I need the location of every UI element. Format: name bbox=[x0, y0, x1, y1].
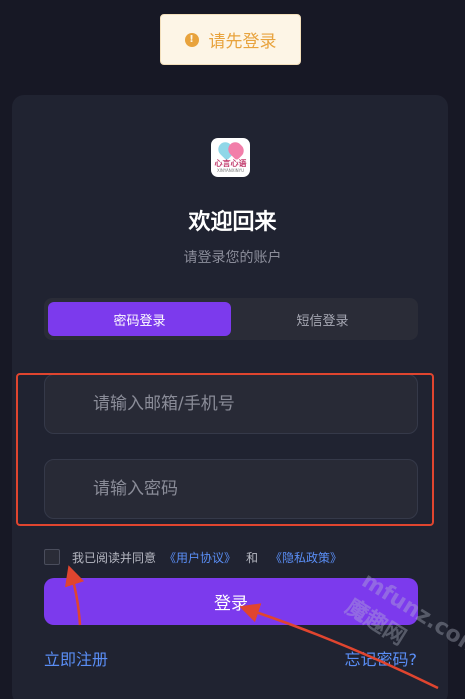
hearts-icon bbox=[214, 138, 247, 161]
forgot-password-link[interactable]: 忘记密码? bbox=[345, 646, 418, 670]
account-input[interactable] bbox=[93, 394, 417, 414]
register-link[interactable]: 立即注册 bbox=[44, 646, 108, 670]
password-input[interactable] bbox=[93, 479, 417, 499]
password-field[interactable] bbox=[44, 459, 418, 519]
warning-icon: ! bbox=[184, 32, 199, 47]
user-agreement-link[interactable]: 《用户协议》 bbox=[164, 549, 236, 566]
login-method-tabs: 密码登录 短信登录 bbox=[44, 298, 418, 340]
tab-sms-login[interactable]: 短信登录 bbox=[231, 302, 414, 336]
app-logo: 心言心语 XINYANXINYU bbox=[211, 138, 250, 177]
logo-text: 心言心语 bbox=[214, 158, 247, 168]
page-title: 欢迎回来 bbox=[188, 210, 277, 235]
tab-password-login[interactable]: 密码登录 bbox=[48, 302, 231, 336]
logo-subtext: XINYANXINYU bbox=[216, 167, 245, 173]
account-field[interactable] bbox=[44, 374, 418, 434]
login-button[interactable]: 登录 bbox=[44, 578, 418, 625]
agreement-checkbox[interactable] bbox=[44, 549, 60, 565]
agreement-and: 和 bbox=[246, 550, 259, 565]
agreement-prefix: 我已阅读并同意 bbox=[72, 550, 157, 565]
privacy-policy-link[interactable]: 《隐私政策》 bbox=[270, 549, 342, 566]
page-subtitle: 请登录您的账户 bbox=[183, 250, 282, 266]
toast-text: 请先登录 bbox=[208, 32, 277, 52]
login-required-toast: ! 请先登录 bbox=[160, 14, 301, 65]
agreement-row: 我已阅读并同意 《用户协议》 和 《隐私政策》 bbox=[44, 548, 342, 566]
